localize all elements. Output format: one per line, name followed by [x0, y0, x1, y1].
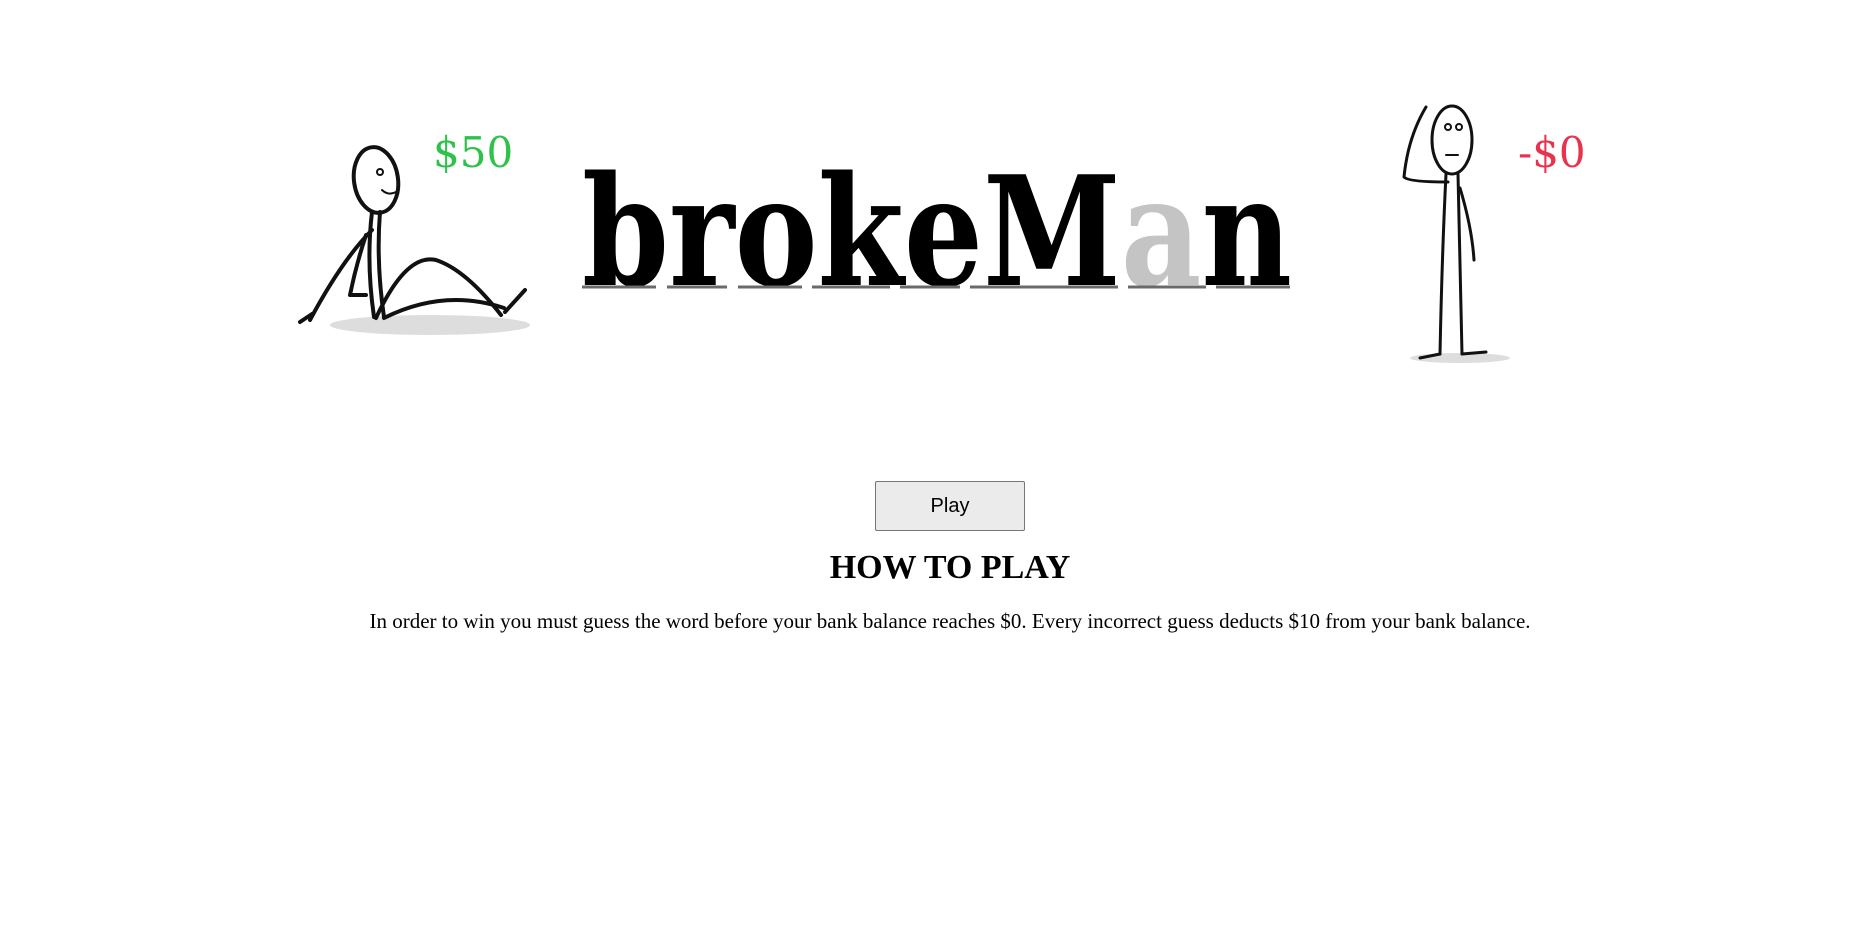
svg-text:brokeMan: brokeMan — [582, 142, 1292, 321]
brokeman-logo: brokeMan — [582, 142, 1292, 321]
play-button[interactable]: Play — [875, 481, 1025, 531]
scratching-head-stick-figure-icon — [1402, 104, 1510, 363]
logo-text-start: brokeM — [582, 142, 1121, 321]
right-balance-text: -$0 — [1518, 128, 1586, 177]
logo-hidden-letter: a — [1121, 142, 1202, 321]
how-to-play-heading: HOW TO PLAY — [829, 549, 1071, 586]
game-banner: $50 brokeMan -$0 — [0, 0, 1849, 380]
how-to-play-text: In order to win you must guess the word … — [369, 609, 1531, 633]
banner-graphic: $50 brokeMan -$0 — [298, 104, 1586, 363]
logo-text-end: n — [1202, 142, 1292, 321]
left-balance-text: $50 — [433, 128, 513, 177]
